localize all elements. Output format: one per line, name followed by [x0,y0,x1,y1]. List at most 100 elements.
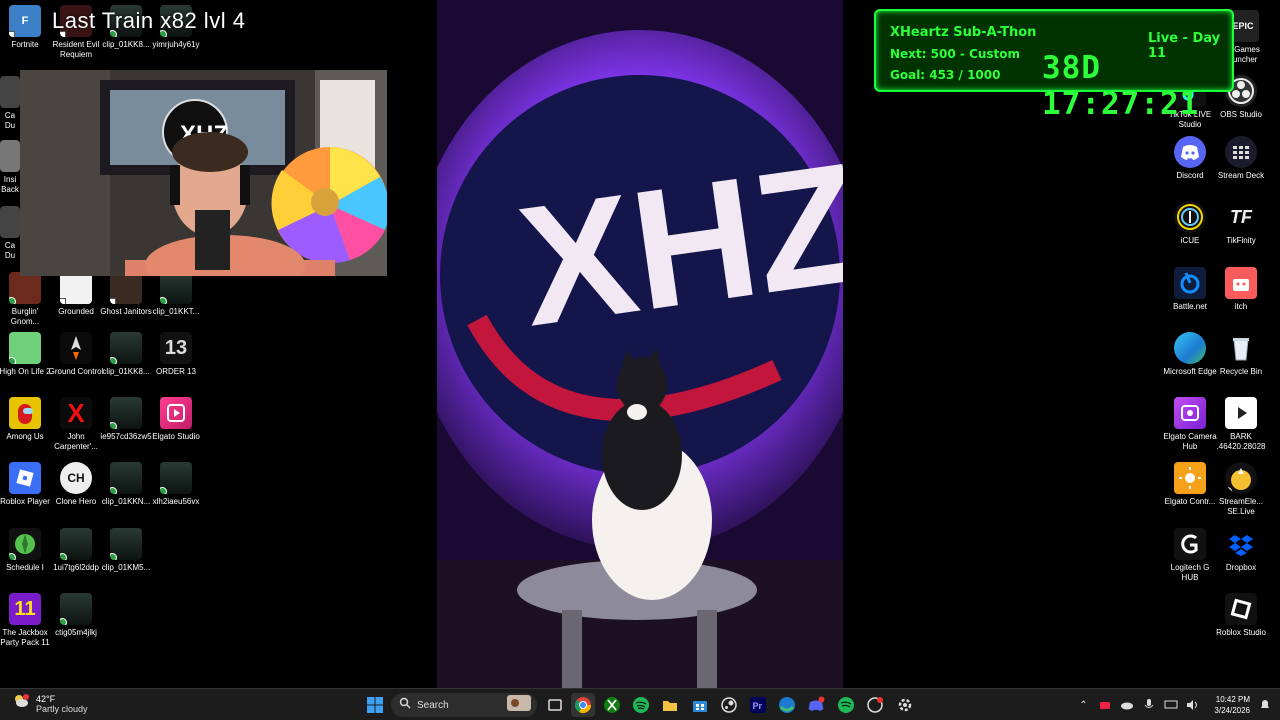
taskbar-xbox[interactable] [600,693,624,717]
taskbar-premiere[interactable]: Pr [746,693,770,717]
desktop-icon-elgato-camera-hub[interactable]: Elgato Camera Hub [1163,397,1217,452]
desktop-icon-partial[interactable]: Ca Du [0,206,20,261]
desktop-icon-ghost-janitors[interactable]: Ghost Janitors [100,272,152,317]
subathon-timer: 38D 17:27:21 [1042,50,1200,122]
desktop-icon-itch[interactable]: itch [1216,267,1266,312]
desktop-icon-burglin-gnomes[interactable]: Burglin' Gnom... [0,272,50,327]
desktop-icon-clip[interactable]: 1ui7tg6l2ddp [51,528,101,573]
start-button[interactable] [363,693,387,717]
desktop-icon-order-13[interactable]: 13 ORDER 13 [151,332,201,377]
desktop-icon-clip[interactable]: clip_01KKT... [151,272,201,317]
desktop-icon-clip[interactable]: ie957cd36zw5 [100,397,152,442]
microphone-icon[interactable] [1142,698,1156,712]
game-icon [60,272,92,304]
tikfinity-icon: TF [1225,201,1257,233]
taskbar-edge[interactable] [775,693,799,717]
network-icon[interactable] [1164,698,1178,712]
steam-icon [721,697,737,713]
subathon-title: XHeartz Sub-A-Thon [890,25,1037,40]
search-placeholder: Search [417,699,449,711]
app-icon [867,697,883,713]
svg-text:Pr: Pr [753,701,763,711]
desktop-icon-bark[interactable]: BARK .46420.28028 [1216,397,1266,452]
clip-icon [160,462,192,494]
desktop-icon-elgato-studio[interactable]: Elgato Studio [151,397,201,442]
desktop-icon-dropbox[interactable]: Dropbox [1216,528,1266,573]
clock[interactable]: 10:42 PM 3/24/2026 [1214,694,1250,716]
desktop-icon-tikfinity[interactable]: TF TikFinity [1216,201,1266,246]
desktop-icon-clip[interactable]: clip_01KM5... [101,528,151,573]
desktop-icon-grounded[interactable]: Grounded [51,272,101,317]
discord-icon [808,696,825,711]
taskbar-chrome[interactable] [571,693,595,717]
itch-icon [1225,267,1257,299]
taskbar: 42°F Partly cloudy Search Pr ⌃ 10:42 PM … [0,688,1280,720]
desktop-icon-stream-deck[interactable]: Stream Deck [1216,136,1266,181]
desktop-icon-clip[interactable]: clip_01KKN... [101,462,151,507]
desktop-icon-schedule-i[interactable]: Schedule I [0,528,50,573]
taskbar-app[interactable] [863,693,887,717]
clip-icon [160,272,192,304]
desktop-icon-recycle-bin[interactable]: Recycle Bin [1216,332,1266,377]
taskbar-spotify-2[interactable] [834,693,858,717]
desktop-icon-jackbox[interactable]: 11 The Jackbox Party Pack 11 [0,593,50,648]
desktop-icon-fortnite[interactable]: F Fortnite [0,5,50,50]
taskbar-steam[interactable] [717,693,741,717]
game-icon: 13 [160,332,192,364]
windows-icon [367,697,383,713]
desktop-icon-among-us[interactable]: Among Us [0,397,50,442]
taskbar-discord[interactable] [804,693,828,717]
cloud-icon[interactable] [1120,698,1134,712]
rocket-icon [60,332,92,364]
desktop-icon-elgato-control[interactable]: Elgato Contr... [1165,462,1215,507]
clip-icon [110,528,142,560]
taskbar-settings[interactable] [893,693,917,717]
desktop-icon-clone-hero[interactable]: CH Clone Hero [51,462,101,507]
desktop-icon-partial[interactable]: Ca Du [0,76,20,131]
desktop-icon-clip[interactable]: ctig05m4jlkj [51,593,101,638]
desktop-icon-partial[interactable]: Insi Back [0,140,20,195]
desktop-icon-battlenet[interactable]: Battle.net [1165,267,1215,312]
spotify-icon [838,697,854,713]
webcam-feed: XHZ [20,70,387,276]
clock-date: 3/24/2026 [1214,706,1250,715]
desktop-icon-high-on-life[interactable]: High On Life 2 [0,332,51,377]
stream-deck-icon [1225,136,1257,168]
jackbox-icon: 11 [9,593,41,625]
desktop-icon-edge[interactable]: Microsoft Edge [1163,332,1217,377]
desktop-icon-icue[interactable]: iCUE [1165,201,1215,246]
search-icon [399,696,411,714]
weather-widget[interactable]: 42°F Partly cloudy [12,692,88,715]
taskbar-search[interactable]: Search [391,693,537,717]
desktop-icon-clip[interactable]: xlh2iaeu56vx [151,462,201,507]
taskbar-file-explorer[interactable] [658,693,682,717]
task-view-button[interactable] [543,693,567,717]
desktop-icon-roblox-studio[interactable]: Roblox Studio [1216,593,1266,638]
desktop-icon-discord[interactable]: Discord [1165,136,1215,181]
game-icon [110,272,142,304]
desktop-icon-logitech-g-hub[interactable]: Logitech G HUB [1165,528,1215,583]
volume-icon[interactable] [1186,698,1200,712]
streamelements-icon [1225,462,1257,494]
chevron-up-icon[interactable]: ⌃ [1076,698,1090,712]
taskbar-store[interactable] [688,693,712,717]
spotify-icon [633,697,649,713]
notification-icon[interactable] [1258,698,1272,712]
edge-icon [779,697,795,713]
game-icon [0,140,20,172]
desktop-icon-john-carpenter[interactable]: X John Carpenter'... [51,397,101,452]
discord-icon [1174,136,1206,168]
roblox-icon [9,462,41,494]
subathon-widget: XHeartz Sub-A-Thon Next: 500 - Custom He… [874,9,1234,122]
clone-hero-icon: CH [60,462,92,494]
recycle-bin-icon [1225,332,1257,364]
desktop-icon-clip[interactable]: clip_01KK8... [101,332,151,377]
desktop-icon-roblox-player[interactable]: Roblox Player [0,462,50,507]
gear-icon [898,698,912,712]
app-tray-icon[interactable] [1098,698,1112,712]
among-us-icon [9,397,41,429]
taskbar-spotify[interactable] [629,693,653,717]
desktop-icon-streamelements[interactable]: StreamEle... SE.Live [1216,462,1266,517]
clip-icon [110,332,142,364]
desktop-icon-ground-control[interactable]: Ground Control [49,332,103,377]
